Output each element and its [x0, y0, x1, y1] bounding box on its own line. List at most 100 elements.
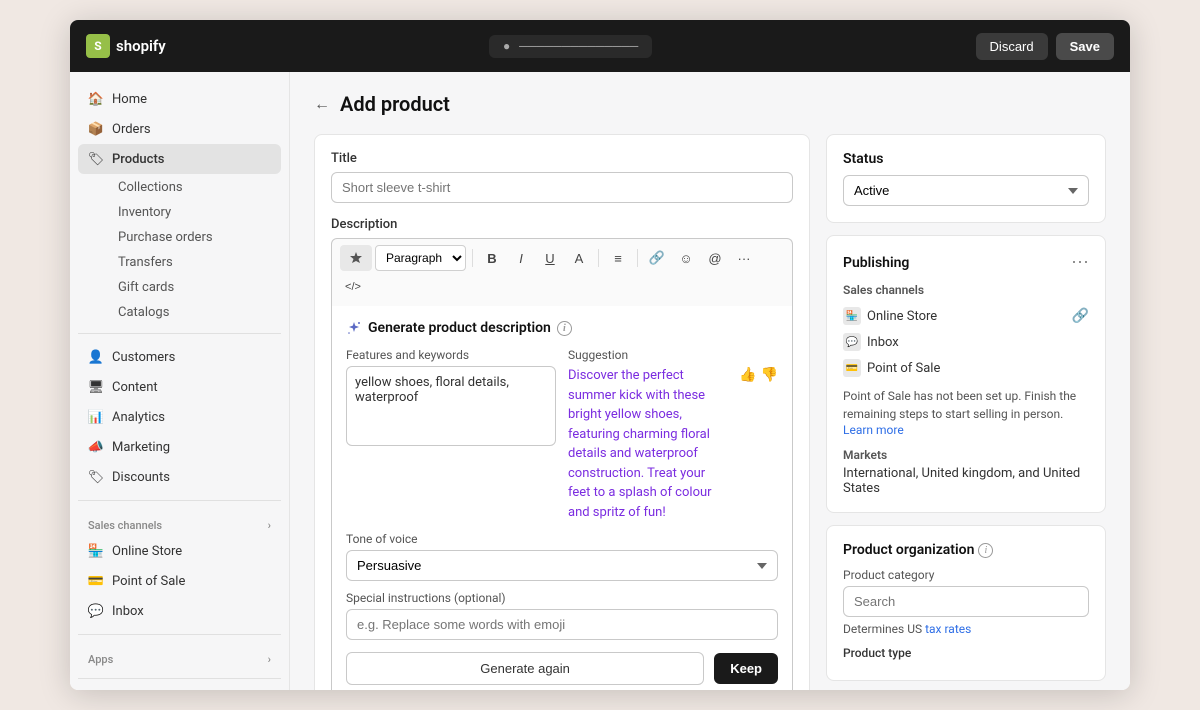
pos-icon: 💳 [88, 573, 104, 589]
publishing-card: Publishing ⋯ Sales channels 🏪 Online Sto… [826, 235, 1106, 513]
online-store-channel-name: 🏪 Online Store [843, 307, 937, 325]
sidebar-sub-catalogs[interactable]: Catalogs [110, 300, 281, 325]
online-store-channel-action-icon: 🔗 [1072, 308, 1089, 324]
sales-channels-section: Sales channels › [78, 509, 281, 536]
pos-channel-name: 💳 Point of Sale [843, 359, 940, 377]
code-button[interactable]: </> [340, 274, 366, 300]
sidebar-divider-1 [78, 333, 281, 334]
bold-button[interactable]: B [479, 245, 505, 271]
sidebar-customers-label: Customers [112, 350, 175, 365]
inbox-icon: 💬 [88, 603, 104, 619]
ai-generate-panel: Generate product description i Features … [331, 306, 793, 690]
generate-again-button[interactable]: Generate again [346, 652, 704, 685]
left-column: Title Description Paragraph [314, 134, 810, 690]
emoji-button[interactable]: ☺ [673, 245, 699, 271]
ai-panel-header: Generate product description i [346, 320, 778, 336]
sidebar-item-marketing[interactable]: 📣 Marketing [78, 432, 281, 462]
suggestion-text-box: 👍 👎 Discover the perfect summer kick wit… [568, 366, 778, 522]
pos-channel-icon: 💳 [843, 359, 861, 377]
sidebar-sub-purchase-orders[interactable]: Purchase orders [110, 225, 281, 250]
sidebar-item-settings[interactable]: ⚙ Settings [78, 687, 281, 690]
sidebar-item-discounts[interactable]: 🏷 Discounts [78, 462, 281, 492]
main-content: ← Add product Title Description [290, 72, 1130, 690]
sidebar-item-online-store[interactable]: 🏪 Online Store [78, 536, 281, 566]
ai-panel-title: Generate product description [368, 320, 551, 336]
italic-button[interactable]: I [508, 245, 534, 271]
sidebar-item-products[interactable]: 🏷 Products [78, 144, 281, 174]
status-select[interactable]: Active Draft [843, 175, 1089, 206]
align-button[interactable]: ≡ [605, 245, 631, 271]
thumbs-up-button[interactable]: 👍 [739, 366, 756, 383]
sidebar-item-home[interactable]: 🏠 Home [78, 84, 281, 114]
page-title: Add product [340, 92, 450, 116]
sidebar-home-label: Home [112, 92, 147, 107]
page-header: ← Add product [314, 92, 1106, 116]
mention-button[interactable]: @ [702, 245, 728, 271]
features-input[interactable]: yellow shoes, floral details, waterproof [346, 366, 556, 446]
special-instructions-input[interactable] [346, 609, 778, 640]
sidebar-item-point-of-sale[interactable]: 💳 Point of Sale [78, 566, 281, 596]
topnav: S shopify ● ────────────── Discard Save [70, 20, 1130, 72]
text-color-button[interactable]: A [566, 245, 592, 271]
customers-icon: 👤 [88, 349, 104, 365]
product-type-label: Product type [843, 646, 1089, 660]
sales-channels-expand-icon[interactable]: › [268, 519, 271, 532]
toolbar-sep-1 [472, 249, 473, 267]
underline-button[interactable]: U [537, 245, 563, 271]
sidebar-item-inbox[interactable]: 💬 Inbox [78, 596, 281, 626]
thumbs-down-button[interactable]: 👎 [761, 366, 778, 383]
toolbar-sep-2 [598, 249, 599, 267]
discard-button[interactable]: Discard [976, 33, 1048, 60]
product-org-card: Product organization i Product category … [826, 525, 1106, 681]
title-input[interactable] [331, 172, 793, 203]
shopify-logo-icon: S [86, 34, 110, 58]
sales-channels-section-label: Sales channels [843, 283, 1089, 297]
store-name: ● ────────────── [489, 35, 652, 58]
sidebar-item-analytics[interactable]: 📊 Analytics [78, 402, 281, 432]
publishing-header: Publishing ⋯ [843, 252, 1089, 273]
sidebar-item-orders[interactable]: 📦 Orders [78, 114, 281, 144]
features-col: Features and keywords yellow shoes, flor… [346, 348, 556, 522]
apps-expand-icon[interactable]: › [268, 653, 271, 666]
org-info-icon: i [978, 543, 993, 558]
sidebar-products-label: Products [112, 152, 164, 167]
sidebar-products-submenu: Collections Inventory Purchase orders Tr… [78, 175, 281, 325]
discounts-icon: 🏷 [88, 469, 104, 485]
org-header: Product organization i [843, 542, 1089, 558]
status-label: Status [843, 151, 1089, 167]
title-label: Title [331, 151, 793, 166]
sidebar-item-content[interactable]: 🖥 Content [78, 372, 281, 402]
description-section: Description Paragraph B [331, 217, 793, 690]
publishing-more-icon[interactable]: ⋯ [1071, 252, 1089, 273]
suggestion-content: Discover the perfect summer kick with th… [568, 366, 778, 522]
online-store-channel-icon: 🏪 [843, 307, 861, 325]
content-grid: Title Description Paragraph [314, 134, 1106, 690]
sidebar-sub-collections[interactable]: Collections [110, 175, 281, 200]
inbox-channel-icon: 💬 [843, 333, 861, 351]
link-button[interactable]: 🔗 [644, 245, 670, 271]
topnav-center: ● ────────────── [178, 35, 964, 58]
sidebar-sub-transfers[interactable]: Transfers [110, 250, 281, 275]
more-options-button[interactable]: ··· [731, 245, 757, 271]
channel-item-pos: 💳 Point of Sale [843, 355, 1089, 381]
sidebar-sub-gift-cards[interactable]: Gift cards [110, 275, 281, 300]
sidebar-item-customers[interactable]: 👤 Customers [78, 342, 281, 372]
special-instructions-label: Special instructions (optional) [346, 591, 778, 605]
learn-more-link[interactable]: Learn more [843, 423, 904, 437]
app-window: S shopify ● ────────────── Discard Save … [70, 20, 1130, 690]
suggestion-actions: 👍 👎 [739, 366, 778, 383]
product-category-search[interactable] [843, 586, 1089, 617]
sidebar-online-store-label: Online Store [112, 544, 182, 559]
paragraph-select[interactable]: Paragraph [375, 245, 466, 271]
save-button[interactable]: Save [1056, 33, 1114, 60]
logo: S shopify [86, 34, 166, 58]
pos-note: Point of Sale has not been set up. Finis… [843, 387, 1089, 423]
special-instructions-section: Special instructions (optional) [346, 591, 778, 640]
inbox-channel-name: 💬 Inbox [843, 333, 899, 351]
tone-select[interactable]: Persuasive Friendly Professional Informa… [346, 550, 778, 581]
tax-rates-link[interactable]: tax rates [925, 622, 971, 636]
back-button[interactable]: ← [314, 94, 330, 114]
keep-button[interactable]: Keep [714, 653, 778, 684]
sidebar-sub-inventory[interactable]: Inventory [110, 200, 281, 225]
toolbar-magic-btn[interactable] [340, 245, 372, 271]
